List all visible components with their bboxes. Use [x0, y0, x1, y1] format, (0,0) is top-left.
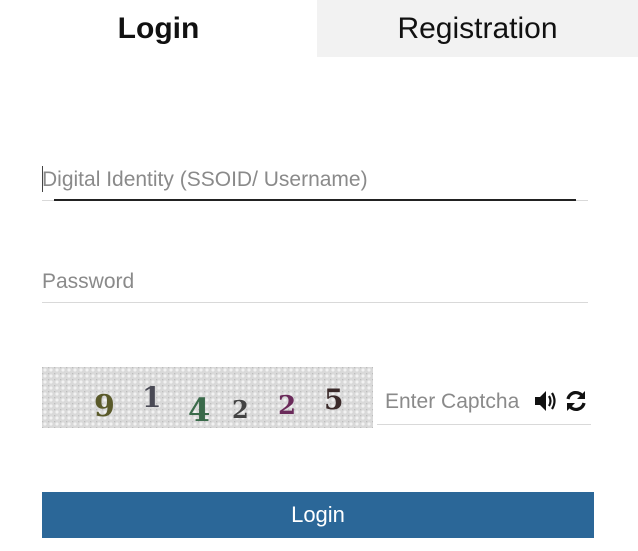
captcha-digit: 4	[188, 391, 211, 429]
username-field-wrapper	[42, 160, 588, 201]
captcha-digit: 9	[94, 389, 115, 424]
captcha-digit: 5	[324, 383, 344, 416]
username-input[interactable]	[42, 160, 588, 200]
tab-registration[interactable]: Registration	[317, 0, 638, 57]
username-focus-underline	[54, 199, 576, 201]
captcha-digit: 1	[142, 381, 162, 414]
captcha-digit: 2	[232, 395, 249, 424]
captcha-field-wrapper	[377, 382, 591, 425]
refresh-icon[interactable]	[563, 388, 589, 414]
captcha-digit: 2	[278, 391, 297, 421]
text-caret	[42, 166, 43, 192]
tab-login[interactable]: Login	[0, 0, 317, 57]
login-button[interactable]: Login	[42, 492, 594, 538]
speaker-icon[interactable]	[533, 388, 559, 414]
password-field-wrapper	[42, 262, 588, 303]
captcha-image: 9 1 4 2 2 5	[42, 367, 373, 429]
auth-tabs: Login Registration	[0, 0, 638, 57]
captcha-input[interactable]	[385, 382, 530, 422]
password-input[interactable]	[42, 262, 588, 302]
